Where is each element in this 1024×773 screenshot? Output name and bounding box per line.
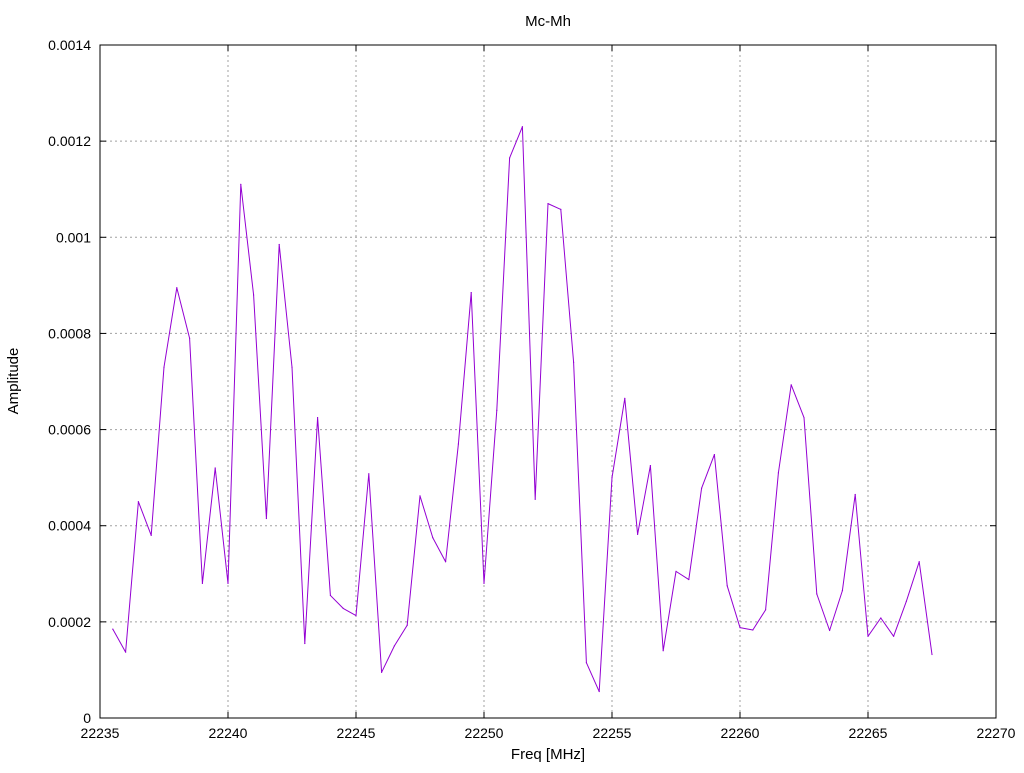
data-point: [163, 366, 165, 368]
y-tick-label: 0.0006: [48, 422, 91, 438]
data-point: [726, 585, 728, 587]
chart: Mc-Mh Freq [MHz] Amplitude 22235 22240 222…: [0, 0, 1024, 768]
data-point: [406, 624, 408, 626]
data-point: [214, 467, 216, 469]
data-point: [445, 561, 447, 563]
data-point: [419, 495, 421, 497]
data-point: [381, 671, 383, 673]
data-point: [137, 501, 139, 503]
data-point: [905, 600, 908, 602]
data-point: [483, 582, 485, 585]
data-point: [777, 472, 780, 474]
data-point: [790, 384, 792, 386]
y-tick-labels: 0 0.0002 0.0004 0.0006 0.0008 0.001 0.0012 0.00…: [48, 37, 91, 726]
data-point: [637, 533, 639, 535]
data-point: [189, 337, 191, 339]
x-tick-labels: 22235 22240 22245 22250 22255 22260 22265 22270: [81, 725, 1016, 741]
data-point: [829, 629, 831, 632]
data-point: [662, 650, 664, 652]
chart-title: Mc-Mh: [525, 13, 571, 30]
data-point: [585, 662, 588, 664]
data-point: [227, 582, 229, 585]
x-tick-label: 22245: [337, 725, 376, 741]
data-point: [278, 243, 280, 246]
data-point: [918, 561, 920, 563]
data-point: [854, 493, 856, 496]
data-point: [150, 534, 152, 536]
data-point: [432, 537, 434, 539]
data-point: [701, 487, 703, 489]
data-point: [393, 645, 395, 647]
data-point: [329, 594, 331, 597]
data-point: [317, 416, 319, 419]
data-point: [675, 570, 677, 572]
data-point: [240, 183, 242, 186]
data-point: [841, 590, 844, 592]
data-point: [624, 397, 626, 399]
y-tick-label: 0.0014: [48, 37, 91, 53]
series-line: [112, 126, 933, 693]
data-point: [534, 498, 536, 500]
data-point: [739, 627, 741, 629]
x-tick-label: 22265: [849, 725, 888, 741]
x-axis-label: Freq [MHz]: [511, 746, 585, 763]
data-point: [253, 294, 255, 296]
data-point: [355, 615, 357, 617]
data-point: [176, 287, 178, 289]
x-tick-label: 22260: [721, 725, 760, 741]
data-point: [304, 642, 306, 645]
data-point: [765, 609, 767, 611]
data-point: [688, 578, 690, 581]
data-point: [265, 517, 267, 520]
data-point: [521, 126, 524, 128]
data-point: [867, 635, 869, 637]
data-point: [496, 409, 498, 411]
data-point: [880, 617, 882, 619]
data-point: [291, 366, 293, 368]
data-point: [611, 477, 613, 479]
chart-svg: Mc-Mh Freq [MHz] Amplitude 22235 22240 222…: [5, 13, 1016, 763]
data-point: [457, 443, 459, 445]
y-tick-label: 0.0012: [48, 133, 91, 149]
x-tick-label: 22255: [593, 725, 632, 741]
x-tick-label: 22240: [209, 725, 248, 741]
data-point: [803, 416, 805, 419]
data-point: [931, 653, 933, 656]
data-point: [598, 690, 600, 693]
data-point: [509, 157, 511, 159]
data-point: [547, 203, 549, 205]
series-layer: [112, 126, 933, 693]
y-tick-label: 0: [83, 710, 91, 726]
data-point: [470, 291, 472, 294]
data-point: [368, 473, 370, 475]
y-tick-label: 0.0004: [48, 518, 91, 534]
data-point: [573, 361, 575, 363]
x-tick-label: 22235: [81, 725, 120, 741]
y-axis-label: Amplitude: [5, 348, 22, 415]
data-point: [752, 629, 754, 631]
x-tick-label: 22250: [465, 725, 504, 741]
data-point: [125, 651, 127, 653]
y-tick-label: 0.0002: [48, 614, 91, 630]
data-point: [649, 465, 652, 467]
data-point: [342, 607, 344, 610]
data-point: [112, 628, 114, 630]
data-point: [893, 635, 895, 637]
data-point: [816, 593, 818, 595]
data-point: [560, 208, 562, 210]
y-tick-label: 0.0008: [48, 325, 91, 341]
y-tick-label: 0.001: [56, 229, 91, 245]
data-point: [713, 453, 716, 456]
data-point: [201, 582, 203, 585]
x-tick-label: 22270: [977, 725, 1016, 741]
